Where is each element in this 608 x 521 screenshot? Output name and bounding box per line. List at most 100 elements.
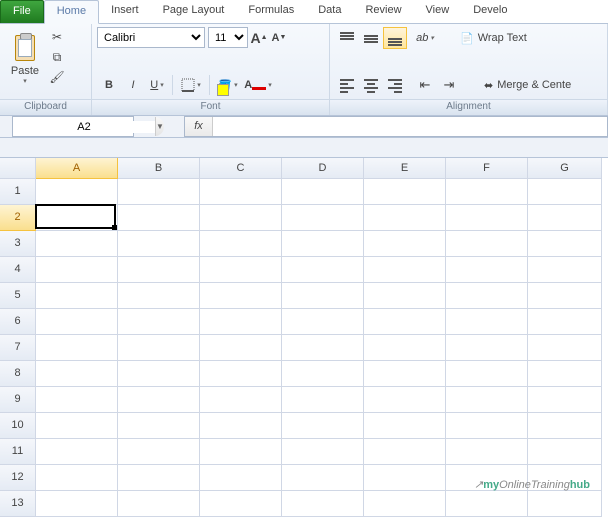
cell-G7[interactable] <box>528 335 602 361</box>
cell-B13[interactable] <box>118 491 200 517</box>
col-header-A[interactable]: A <box>36 158 118 179</box>
tab-page-layout[interactable]: Page Layout <box>151 0 237 23</box>
tab-developer[interactable]: Develo <box>461 0 519 23</box>
cell-D11[interactable] <box>282 439 364 465</box>
row-header-2[interactable]: 2 <box>0 205 36 231</box>
formula-input[interactable] <box>213 121 607 133</box>
cell-C5[interactable] <box>200 283 282 309</box>
col-header-C[interactable]: C <box>200 158 282 179</box>
cell-B10[interactable] <box>118 413 200 439</box>
cell-F6[interactable] <box>446 309 528 335</box>
cell-F10[interactable] <box>446 413 528 439</box>
cell-F4[interactable] <box>446 257 528 283</box>
orientation-button[interactable]: ab <box>413 27 437 49</box>
row-header-11[interactable]: 11 <box>0 439 36 465</box>
cell-G4[interactable] <box>528 257 602 283</box>
cell-C2[interactable] <box>200 205 282 231</box>
cell-D7[interactable] <box>282 335 364 361</box>
copy-icon[interactable]: ⧉ <box>49 49 65 65</box>
cell-A6[interactable] <box>36 309 118 335</box>
cell-F1[interactable] <box>446 179 528 205</box>
cell-C3[interactable] <box>200 231 282 257</box>
cell-B11[interactable] <box>118 439 200 465</box>
name-box-input[interactable] <box>13 121 155 133</box>
fill-color-button[interactable]: 🪣 <box>213 74 243 96</box>
cell-C10[interactable] <box>200 413 282 439</box>
cell-G10[interactable] <box>528 413 602 439</box>
cell-C11[interactable] <box>200 439 282 465</box>
borders-button[interactable] <box>176 74 206 96</box>
formula-bar[interactable]: fx <box>184 116 608 137</box>
cell-F8[interactable] <box>446 361 528 387</box>
wrap-text-button[interactable]: 📄 Wrap Text <box>455 27 532 49</box>
cell-A12[interactable] <box>36 465 118 491</box>
increase-indent-button[interactable]: ⇥ <box>437 74 461 96</box>
cell-G9[interactable] <box>528 387 602 413</box>
align-right-button[interactable] <box>383 74 407 96</box>
bold-button[interactable]: B <box>97 74 121 96</box>
tab-review[interactable]: Review <box>353 0 413 23</box>
row-header-8[interactable]: 8 <box>0 361 36 387</box>
select-all-corner[interactable] <box>0 158 36 179</box>
cell-B9[interactable] <box>118 387 200 413</box>
cell-B8[interactable] <box>118 361 200 387</box>
cell-B4[interactable] <box>118 257 200 283</box>
font-name-select[interactable]: Calibri <box>97 27 205 48</box>
cell-E5[interactable] <box>364 283 446 309</box>
cell-C9[interactable] <box>200 387 282 413</box>
name-box[interactable]: ▼ <box>12 116 134 137</box>
cell-A2[interactable] <box>36 205 118 231</box>
cell-C4[interactable] <box>200 257 282 283</box>
cell-E3[interactable] <box>364 231 446 257</box>
cell-E11[interactable] <box>364 439 446 465</box>
tab-home[interactable]: Home <box>44 0 99 24</box>
cell-F5[interactable] <box>446 283 528 309</box>
cell-B3[interactable] <box>118 231 200 257</box>
cell-A7[interactable] <box>36 335 118 361</box>
row-header-13[interactable]: 13 <box>0 491 36 517</box>
cell-E1[interactable] <box>364 179 446 205</box>
font-color-button[interactable]: A <box>243 74 273 96</box>
row-header-1[interactable]: 1 <box>0 179 36 205</box>
row-header-7[interactable]: 7 <box>0 335 36 361</box>
align-middle-button[interactable] <box>359 27 383 49</box>
cell-C8[interactable] <box>200 361 282 387</box>
cell-E6[interactable] <box>364 309 446 335</box>
tab-formulas[interactable]: Formulas <box>236 0 306 23</box>
cell-E7[interactable] <box>364 335 446 361</box>
col-header-D[interactable]: D <box>282 158 364 179</box>
cell-F11[interactable] <box>446 439 528 465</box>
cell-C6[interactable] <box>200 309 282 335</box>
cell-G5[interactable] <box>528 283 602 309</box>
align-left-button[interactable] <box>335 74 359 96</box>
cell-D1[interactable] <box>282 179 364 205</box>
cell-G1[interactable] <box>528 179 602 205</box>
row-header-12[interactable]: 12 <box>0 465 36 491</box>
cell-G8[interactable] <box>528 361 602 387</box>
col-header-B[interactable]: B <box>118 158 200 179</box>
cell-D2[interactable] <box>282 205 364 231</box>
cell-A3[interactable] <box>36 231 118 257</box>
cell-F2[interactable] <box>446 205 528 231</box>
merge-center-button[interactable]: ⬌ Merge & Cente <box>479 74 576 96</box>
fx-icon[interactable]: fx <box>185 117 213 136</box>
cell-D3[interactable] <box>282 231 364 257</box>
tab-view[interactable]: View <box>414 0 462 23</box>
align-bottom-button[interactable] <box>383 27 407 49</box>
cell-G13[interactable] <box>528 491 602 517</box>
row-header-3[interactable]: 3 <box>0 231 36 257</box>
cell-A9[interactable] <box>36 387 118 413</box>
italic-button[interactable]: I <box>121 74 145 96</box>
cell-G2[interactable] <box>528 205 602 231</box>
col-header-E[interactable]: E <box>364 158 446 179</box>
row-header-5[interactable]: 5 <box>0 283 36 309</box>
row-header-6[interactable]: 6 <box>0 309 36 335</box>
cell-G3[interactable] <box>528 231 602 257</box>
cell-A1[interactable] <box>36 179 118 205</box>
row-header-10[interactable]: 10 <box>0 413 36 439</box>
col-header-F[interactable]: F <box>446 158 528 179</box>
cell-B6[interactable] <box>118 309 200 335</box>
cell-F13[interactable] <box>446 491 528 517</box>
cell-F9[interactable] <box>446 387 528 413</box>
cell-B7[interactable] <box>118 335 200 361</box>
